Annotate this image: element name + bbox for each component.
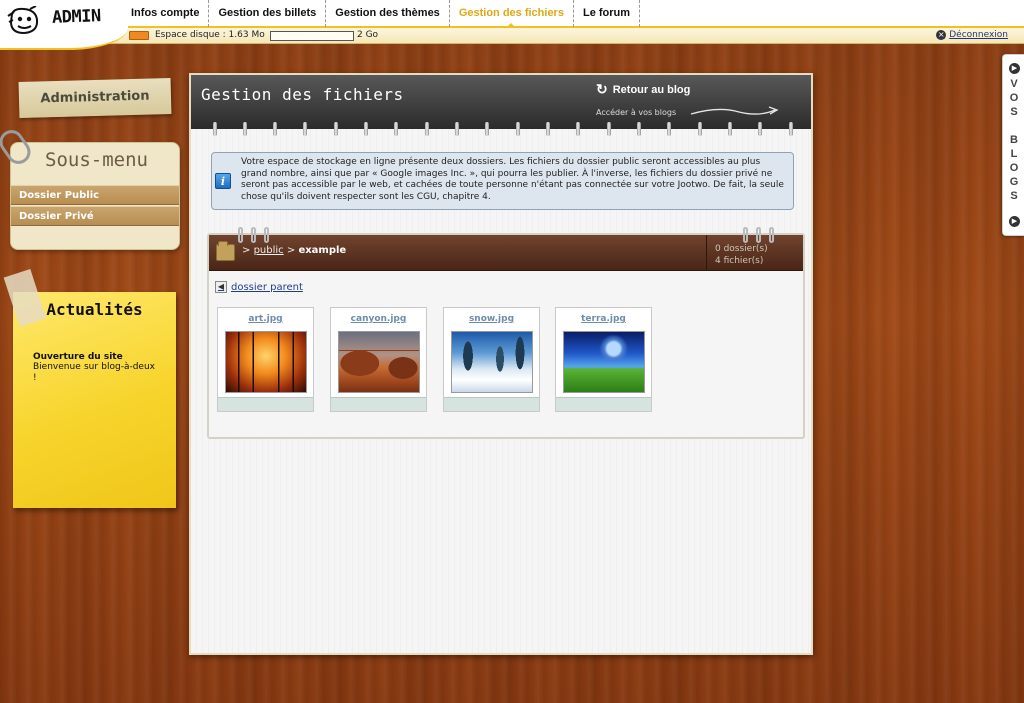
back-to-blog-label: Retour au blog (612, 83, 691, 96)
spiral-ring (758, 122, 762, 136)
spiral-ring (273, 122, 277, 136)
disk-usage-track (270, 31, 354, 41)
nav-le-forum[interactable]: Le forum (574, 0, 641, 27)
play-arrow-icon: ▶ (1009, 216, 1020, 227)
close-circle-icon: × (936, 30, 947, 40)
file-thumbnail[interactable] (338, 331, 420, 393)
file-name[interactable]: terra.jpg (556, 314, 651, 324)
info-icon: i (215, 173, 231, 189)
folder-stats: 0 dossier(s) 4 fichier(s) (706, 235, 803, 271)
news-title: Actualités (46, 300, 143, 319)
nav-gestion-billets[interactable]: Gestion des billets (209, 0, 327, 27)
spiral-ring (728, 122, 732, 136)
back-to-blog-button[interactable]: ↻ Retour au blog (596, 81, 690, 98)
spiral-ring (243, 122, 247, 136)
logout-link[interactable]: × Déconnexion (936, 30, 1008, 40)
binder-ring (238, 227, 243, 243)
news-item-title[interactable]: Ouverture du site (33, 352, 123, 362)
spiral-ring (485, 122, 489, 136)
panel-header: Gestion des fichiers ↻ Retour au blog Ac… (191, 75, 811, 129)
file-tile[interactable]: canyon.jpg (330, 307, 427, 412)
administration-label: Administration (18, 78, 172, 118)
spiral-ring (667, 122, 671, 136)
nav-gestion-fichiers[interactable]: Gestion des fichiers (450, 0, 574, 28)
submenu-item-dossier-prive[interactable]: Dossier Privé (11, 206, 179, 226)
binder-ring (743, 227, 748, 243)
file-tile-footer (331, 397, 426, 411)
disk-max-label: 2 Go (357, 30, 379, 40)
disk-usage-bar: Espace disque : 1.63 Mo 2 Go × Déconnexi… (0, 28, 1024, 44)
info-text: Votre espace de stockage en ligne présen… (241, 157, 784, 202)
spiral-ring (789, 122, 793, 136)
paperclip-icon (0, 125, 36, 169)
folder-icon (216, 241, 235, 261)
top-bar: Infos compte Gestion des billets Gestion… (0, 0, 1024, 28)
spiral-ring (364, 122, 368, 136)
nav-gestion-themes[interactable]: Gestion des thèmes (326, 0, 450, 27)
vos-blogs-tab[interactable]: ▶ VOS BLOGS ▶ (1002, 54, 1024, 236)
binder-ring (769, 227, 774, 243)
file-thumbnail[interactable] (451, 331, 533, 393)
breadcrumb: > public > example (242, 245, 346, 256)
breadcrumb-current: example (298, 245, 347, 256)
news-sticky-note: Actualités Ouverture du site Bienvenue s… (3, 268, 176, 508)
breadcrumb-separator: > (242, 245, 251, 256)
spiral-ring (303, 122, 307, 136)
binder-ring (264, 227, 269, 243)
file-thumbnail[interactable] (563, 331, 645, 393)
file-tile[interactable]: snow.jpg (443, 307, 540, 412)
breadcrumb-public[interactable]: public (254, 245, 284, 256)
logo-text: ADMIN (51, 6, 102, 28)
spiral-ring (334, 122, 338, 136)
main-panel: Gestion des fichiers ↻ Retour au blog Ac… (189, 73, 813, 655)
spiral-ring (607, 122, 611, 136)
disk-icon (129, 31, 149, 40)
spiral-ring (546, 122, 550, 136)
back-arrow-icon: ◀ (215, 281, 227, 293)
binder-ring (251, 227, 256, 243)
vos-blogs-label: VOS BLOGS (1009, 78, 1019, 202)
logo[interactable]: ADMIN (0, 0, 128, 50)
file-count: 4 fichier(s) (715, 256, 764, 266)
file-tile-footer (444, 397, 539, 411)
file-tile-footer (218, 397, 313, 411)
binder-ring (756, 227, 761, 243)
parent-folder-label: dossier parent (231, 281, 303, 293)
folder-count: 0 dossier(s) (715, 244, 768, 254)
spiral-ring (394, 122, 398, 136)
refresh-arrow-icon: ↻ (596, 81, 608, 97)
access-blogs-link[interactable]: Accéder à vos blogs (596, 108, 676, 117)
spiral-ring (425, 122, 429, 136)
spiral-ring (698, 122, 702, 136)
file-tile[interactable]: art.jpg (217, 307, 314, 412)
face-logo-icon (7, 6, 39, 35)
nav-infos-compte[interactable]: Infos compte (122, 0, 210, 27)
spiral-ring (516, 122, 520, 136)
spiral-ring (455, 122, 459, 136)
submenu-item-dossier-public[interactable]: Dossier Public (11, 185, 179, 205)
file-tile[interactable]: terra.jpg (555, 307, 652, 412)
breadcrumb-separator: > (286, 245, 296, 256)
spiral-ring (637, 122, 641, 136)
file-name[interactable]: art.jpg (218, 314, 313, 324)
file-browser: > public > example 0 dossier(s) 4 fichie… (207, 227, 805, 439)
file-browser-toolbar: > public > example 0 dossier(s) 4 fichie… (209, 227, 803, 271)
file-tile-footer (556, 397, 651, 411)
swoosh-arrow-icon (690, 106, 779, 115)
page-title: Gestion des fichiers (201, 85, 404, 104)
file-name[interactable]: snow.jpg (444, 314, 539, 324)
parent-folder-link[interactable]: ◀ dossier parent (215, 281, 303, 293)
submenu-panel: Sous-menu Dossier Public Dossier Privé (0, 125, 180, 250)
info-box: i Votre espace de stockage en ligne prés… (211, 152, 794, 210)
spiral-ring (213, 122, 217, 136)
file-thumbnail[interactable] (225, 331, 307, 393)
play-arrow-icon: ▶ (1009, 63, 1020, 74)
spiral-ring (576, 122, 580, 136)
logout-label: Déconnexion (949, 30, 1008, 40)
main-nav: Infos compte Gestion des billets Gestion… (122, 0, 641, 28)
disk-usage-label: Espace disque : 1.63 Mo (155, 30, 265, 40)
news-item-body: Bienvenue sur blog-à-deux ! (33, 362, 155, 383)
submenu-title: Sous-menu (45, 149, 148, 171)
file-name[interactable]: canyon.jpg (331, 314, 426, 324)
